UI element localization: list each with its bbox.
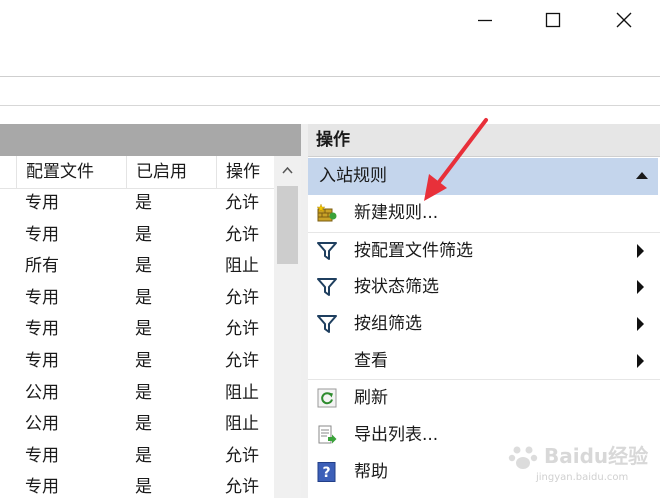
watermark-title: Baidu经验	[544, 444, 649, 468]
annotation-arrow	[424, 118, 488, 201]
watermark: Baidu经验 jingyan.baidu.com	[508, 440, 660, 498]
baidu-paw-icon	[508, 446, 538, 469]
watermark-url: jingyan.baidu.com	[536, 472, 629, 483]
